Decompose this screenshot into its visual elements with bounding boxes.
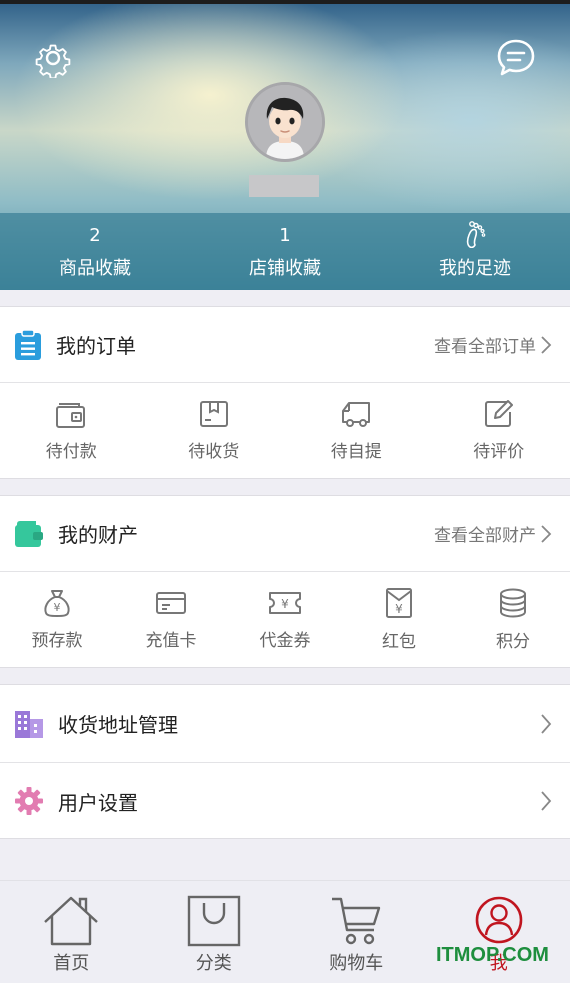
truck-icon xyxy=(342,401,371,427)
asset-voucher[interactable]: ¥ 代金券 xyxy=(228,572,342,666)
asset-item-label: 预存款 xyxy=(31,630,83,651)
asset-topup-card[interactable]: 充值卡 xyxy=(114,572,228,666)
home-icon xyxy=(44,896,99,946)
tab-label: 首页 xyxy=(53,953,90,974)
edit-icon xyxy=(484,399,513,427)
money-bag-icon: ¥ xyxy=(44,589,70,617)
address-management-row[interactable]: 收货地址管理 xyxy=(0,685,570,762)
stat-footprints[interactable]: 我的足迹 xyxy=(380,213,570,290)
svg-text:¥: ¥ xyxy=(395,602,403,616)
bottom-tab-bar: 首页 分类 购物车 我 xyxy=(0,880,570,983)
assets-icon-row: ¥ 预存款 充值卡 ¥ 代金券 ¥ 红包 积分 xyxy=(0,572,570,666)
stat-count: 2 xyxy=(89,224,101,246)
asset-prepaid[interactable]: ¥ 预存款 xyxy=(0,572,114,666)
cart-icon xyxy=(332,897,381,945)
order-pending-review[interactable]: 待评价 xyxy=(428,383,570,477)
asset-item-label: 充值卡 xyxy=(145,630,197,651)
gear-icon xyxy=(15,787,43,815)
orders-header[interactable]: 我的订单 查看全部订单 xyxy=(0,307,570,383)
assets-title: 我的财产 xyxy=(58,523,138,547)
order-item-label: 待收货 xyxy=(188,441,240,462)
username-placeholder xyxy=(249,175,319,197)
order-pending-pickup[interactable]: 待自提 xyxy=(285,383,428,477)
assets-header[interactable]: 我的财产 查看全部财产 xyxy=(0,496,570,572)
settings-button[interactable] xyxy=(31,36,75,80)
order-pending-payment[interactable]: 待付款 xyxy=(0,383,143,477)
order-item-label: 待付款 xyxy=(45,441,97,462)
view-all-assets-link[interactable]: 查看全部财产 xyxy=(434,521,552,546)
stat-label: 商品收藏 xyxy=(59,257,131,279)
view-all-assets-label: 查看全部财产 xyxy=(434,526,536,546)
user-settings-row[interactable]: 用户设置 xyxy=(0,762,570,839)
wallet-fill-icon xyxy=(15,520,43,547)
tab-label: 购物车 xyxy=(329,953,384,974)
chevron-right-icon xyxy=(541,791,552,811)
asset-item-label: 积分 xyxy=(496,631,530,652)
stat-product-favorites[interactable]: 2 商品收藏 xyxy=(0,213,190,290)
menu-card: 收货地址管理 用户设置 xyxy=(0,684,570,839)
tab-me[interactable]: 我 xyxy=(428,881,570,983)
building-icon xyxy=(15,710,43,738)
chat-bubble-icon xyxy=(497,39,535,76)
assets-card: 我的财产 查看全部财产 ¥ 预存款 充值卡 ¥ 代金券 ¥ 红包 积分 xyxy=(0,495,570,668)
svg-text:¥: ¥ xyxy=(54,601,61,614)
chevron-right-icon xyxy=(541,524,552,543)
avatar[interactable] xyxy=(245,82,325,162)
order-item-label: 待自提 xyxy=(330,441,382,462)
menu-label: 收货地址管理 xyxy=(58,713,178,737)
asset-points[interactable]: 积分 xyxy=(456,572,570,666)
user-icon xyxy=(475,896,523,944)
view-all-orders-label: 查看全部订单 xyxy=(434,337,536,357)
orders-title: 我的订单 xyxy=(56,334,136,358)
message-button[interactable] xyxy=(494,36,538,80)
tab-label: 分类 xyxy=(195,953,232,974)
watermark: ITMOP.COM xyxy=(436,944,549,966)
asset-red-envelope[interactable]: ¥ 红包 xyxy=(342,572,456,666)
order-pending-receipt[interactable]: 待收货 xyxy=(143,383,286,477)
stats-bar: 2 商品收藏 1 店铺收藏 我的足迹 xyxy=(0,213,570,290)
asset-item-label: 代金券 xyxy=(259,630,311,651)
gear-icon xyxy=(35,44,71,78)
stat-count: 1 xyxy=(279,224,291,246)
chevron-right-icon xyxy=(541,713,552,734)
shopping-bag-icon xyxy=(187,895,240,947)
status-bar xyxy=(0,0,570,4)
stat-store-favorites[interactable]: 1 店铺收藏 xyxy=(190,213,380,290)
tab-cart[interactable]: 购物车 xyxy=(285,881,428,983)
orders-card: 我的订单 查看全部订单 待付款 待收货 待自提 待评价 xyxy=(0,306,570,479)
stat-label: 店铺收藏 xyxy=(249,257,321,279)
profile-header: 2 商品收藏 1 店铺收藏 我的足迹 xyxy=(0,0,570,290)
voucher-icon: ¥ xyxy=(269,591,301,614)
card-icon xyxy=(156,591,186,614)
view-all-orders-link[interactable]: 查看全部订单 xyxy=(434,332,552,357)
red-envelope-icon: ¥ xyxy=(386,587,412,618)
tab-category[interactable]: 分类 xyxy=(143,881,286,983)
avatar-image xyxy=(248,85,322,159)
tab-home[interactable]: 首页 xyxy=(0,881,143,983)
wallet-icon xyxy=(56,402,86,428)
package-icon xyxy=(199,400,228,427)
chevron-right-icon xyxy=(541,335,552,354)
coins-icon xyxy=(500,588,526,618)
menu-label: 用户设置 xyxy=(58,790,138,815)
orders-icon-row: 待付款 待收货 待自提 待评价 xyxy=(0,383,570,477)
order-item-label: 待评价 xyxy=(473,441,525,462)
asset-item-label: 红包 xyxy=(382,631,416,652)
footprint-icon xyxy=(466,220,486,248)
clipboard-icon xyxy=(15,329,41,360)
svg-text:¥: ¥ xyxy=(281,597,289,611)
stat-label: 我的足迹 xyxy=(439,257,511,279)
